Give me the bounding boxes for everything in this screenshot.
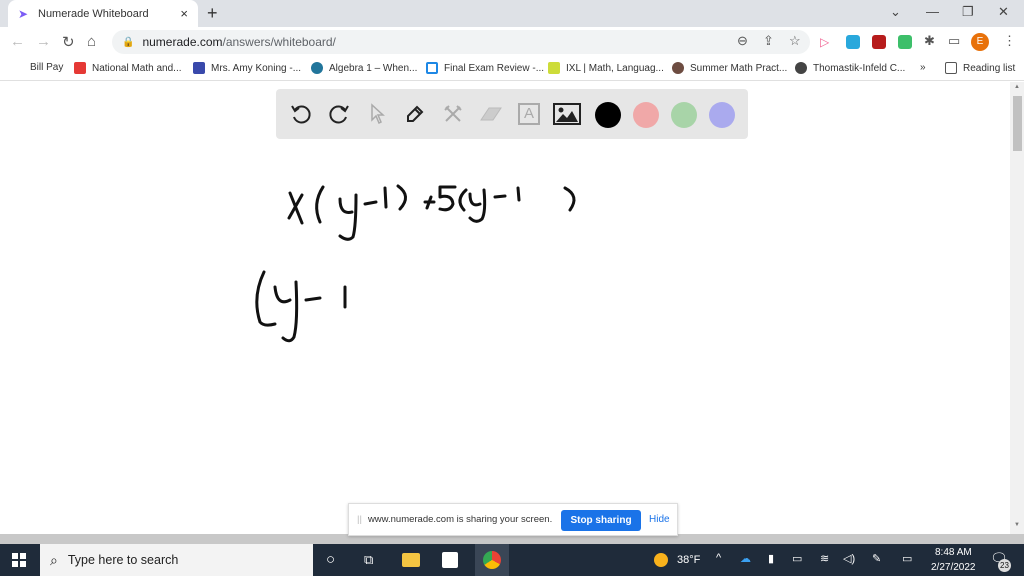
screen-share-bar: || www.numerade.com is sharing your scre… bbox=[348, 503, 678, 536]
chrome-taskbar-button[interactable] bbox=[475, 544, 509, 576]
search-placeholder: Type here to search bbox=[67, 553, 179, 567]
handwriting-line-1 bbox=[287, 184, 576, 241]
extension-cloud-icon[interactable] bbox=[846, 35, 860, 49]
tab-strip: ➤ Numerade Whiteboard × + ⌄ — ❐ ✕ bbox=[0, 0, 1024, 27]
bookmark-item[interactable]: National Math and... bbox=[74, 62, 182, 74]
extensions-puzzle-icon[interactable]: ✱ bbox=[924, 33, 935, 49]
volume-icon[interactable]: ◁) bbox=[843, 552, 855, 565]
weather-temp[interactable]: 38°F bbox=[677, 554, 700, 566]
whiteboard-canvas[interactable]: A bbox=[0, 82, 1010, 534]
notification-count-badge: 23 bbox=[998, 559, 1011, 572]
clock-date[interactable]: 2/27/2022 bbox=[931, 562, 976, 573]
task-view-icon[interactable]: ⧉ bbox=[364, 552, 373, 568]
menu-kebab-icon[interactable]: ⋮ bbox=[1003, 33, 1016, 49]
extension-acrobat-icon[interactable] bbox=[872, 35, 886, 49]
x-logo-icon bbox=[74, 62, 86, 74]
file-explorer-icon[interactable] bbox=[402, 553, 420, 567]
weather-sun-icon[interactable] bbox=[654, 553, 668, 567]
zoom-out-icon[interactable]: ⊖ bbox=[737, 33, 748, 49]
battery-icon[interactable]: ▭ bbox=[792, 552, 802, 565]
bookmark-item[interactable]: Algebra 1 – When... bbox=[311, 62, 417, 74]
bookmark-item[interactable]: Thomastik-Infeld C... bbox=[795, 62, 905, 74]
reload-icon[interactable]: ↻ bbox=[62, 33, 75, 51]
tab-search-icon[interactable]: ⌄ bbox=[890, 4, 901, 20]
numerade-favicon-icon: ➤ bbox=[18, 6, 29, 21]
search-icon: ⌕ bbox=[50, 551, 58, 568]
close-window-button[interactable]: ✕ bbox=[998, 4, 1009, 20]
address-bar[interactable]: 🔒 numerade.com/answers/whiteboard/ bbox=[112, 30, 810, 54]
hide-button[interactable]: Hide bbox=[649, 514, 670, 525]
bookmark-item[interactable]: Bill Pay bbox=[30, 62, 63, 73]
share-icon[interactable]: ⇪ bbox=[763, 33, 774, 49]
bookmark-item[interactable]: Mrs. Amy Koning -... bbox=[193, 62, 301, 74]
drag-handle-icon[interactable]: || bbox=[357, 514, 362, 525]
lock-icon: 🔒 bbox=[122, 36, 135, 48]
microphone-icon[interactable]: ▮ bbox=[768, 552, 774, 565]
stop-sharing-button[interactable]: Stop sharing bbox=[561, 510, 641, 531]
onedrive-icon[interactable]: ☁ bbox=[740, 552, 751, 565]
reading-list-button[interactable]: Reading list bbox=[945, 62, 1015, 74]
keyboard-icon[interactable]: ▭ bbox=[902, 552, 912, 565]
windows-taskbar: ⌕ Type here to search ○ ⧉ 38°F ^ ☁ ▮ ▭ ≋… bbox=[0, 544, 1024, 576]
handwriting-layer bbox=[255, 184, 576, 343]
profile-avatar[interactable]: E bbox=[971, 33, 989, 51]
vertical-scrollbar-thumb[interactable] bbox=[1013, 96, 1022, 151]
show-hidden-icons[interactable]: ^ bbox=[716, 552, 721, 564]
url-host: numerade.com bbox=[142, 35, 223, 49]
pen-menu-icon[interactable]: ✎ bbox=[872, 552, 881, 565]
bookmarks-overflow-button[interactable]: » bbox=[920, 62, 926, 73]
ixl-icon bbox=[548, 62, 560, 74]
chrome-icon bbox=[483, 551, 501, 569]
extension-numerade-icon[interactable]: ▷ bbox=[820, 35, 834, 49]
handwriting-line-2 bbox=[255, 270, 347, 343]
windows-start-icon[interactable] bbox=[12, 553, 26, 567]
tab-numerade-whiteboard[interactable]: ➤ Numerade Whiteboard × bbox=[8, 0, 198, 27]
scroll-up-icon[interactable]: ▲ bbox=[1014, 84, 1020, 90]
bookmarks-bar: Bill Pay National Math and... Mrs. Amy K… bbox=[0, 57, 1024, 81]
url-path: /answers/whiteboard/ bbox=[222, 35, 336, 49]
wifi-icon[interactable]: ≋ bbox=[820, 552, 829, 565]
classroom-icon bbox=[193, 62, 205, 74]
bookmark-item[interactable]: Summer Math Pract... bbox=[672, 62, 787, 74]
tab-close-icon[interactable]: × bbox=[180, 6, 188, 21]
microsoft-store-icon[interactable] bbox=[442, 552, 458, 568]
cast-icon[interactable]: ▭ bbox=[948, 33, 960, 49]
home-icon[interactable]: ⌂ bbox=[87, 33, 96, 50]
clock-time[interactable]: 8:48 AM bbox=[935, 547, 972, 558]
browser-toolbar: ← → ↻ ⌂ 🔒 numerade.com/answers/whiteboar… bbox=[0, 27, 1024, 57]
cortana-icon[interactable]: ○ bbox=[326, 551, 335, 568]
reading-list-icon bbox=[945, 62, 957, 74]
extension-screencast-icon[interactable] bbox=[898, 35, 912, 49]
new-tab-button[interactable]: + bbox=[207, 3, 218, 24]
forward-icon[interactable]: → bbox=[36, 33, 51, 50]
minimize-button[interactable]: — bbox=[926, 4, 939, 19]
wordpress-icon bbox=[311, 62, 323, 74]
tab-title: Numerade Whiteboard bbox=[38, 7, 149, 20]
globe-icon bbox=[795, 62, 807, 74]
record-icon bbox=[672, 62, 684, 74]
bookmark-star-icon[interactable]: ☆ bbox=[789, 33, 801, 49]
share-message: www.numerade.com is sharing your screen. bbox=[367, 514, 553, 525]
back-icon[interactable]: ← bbox=[10, 33, 25, 50]
bookmark-item[interactable]: IXL | Math, Languag... bbox=[548, 62, 664, 74]
bookmark-item[interactable]: Final Exam Review -... bbox=[426, 62, 544, 74]
scroll-down-icon[interactable]: ▼ bbox=[1014, 522, 1020, 528]
sheet-icon bbox=[426, 62, 438, 74]
restore-button[interactable]: ❐ bbox=[962, 4, 974, 20]
taskbar-search-box[interactable]: ⌕ Type here to search bbox=[40, 544, 313, 576]
vertical-scrollbar[interactable]: ▲ ▼ bbox=[1010, 82, 1024, 534]
